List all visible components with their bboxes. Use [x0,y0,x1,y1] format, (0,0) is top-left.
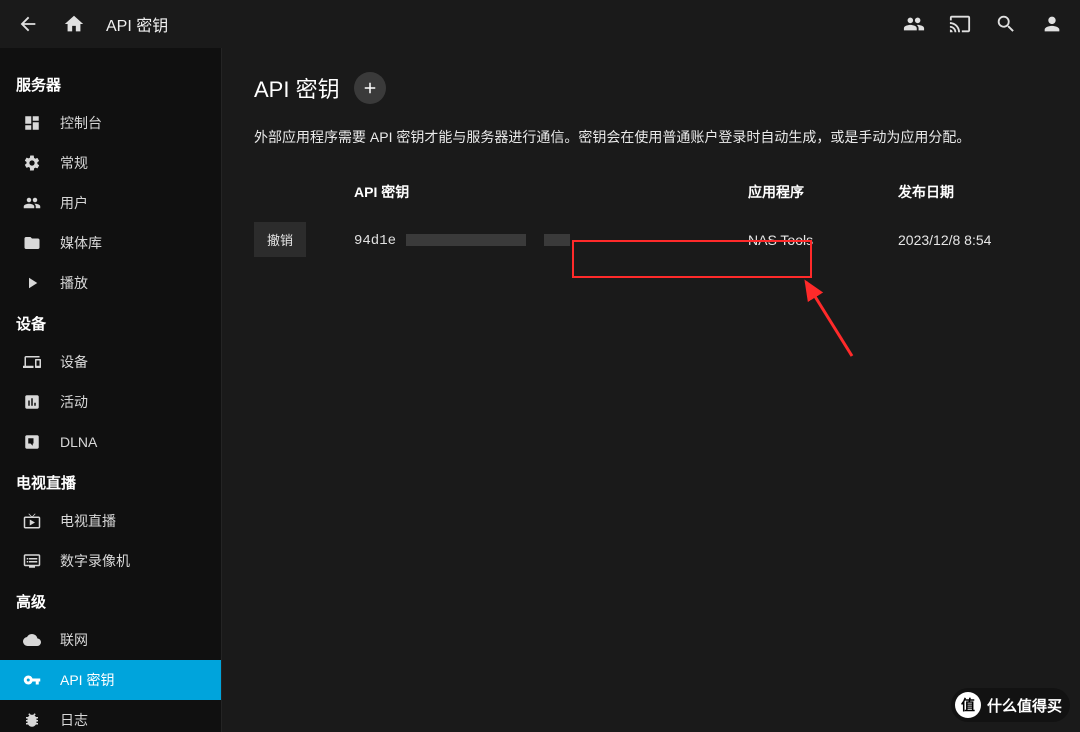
account-icon-button[interactable] [1036,8,1068,40]
search-icon-button[interactable] [990,8,1022,40]
gear-icon [22,153,42,173]
devices-icon [22,352,42,372]
sidebar-item-label: 日志 [60,710,88,730]
back-button[interactable] [12,8,44,40]
tv-icon [22,511,42,531]
users-icon-button[interactable] [898,8,930,40]
sidebar-item-label: 用户 [60,193,88,213]
sidebar-item-livetv[interactable]: 电视直播 [0,501,221,541]
people-icon [22,193,42,213]
sidebar-item-dashboard[interactable]: 控制台 [0,103,221,143]
dvr-icon [22,551,42,571]
table-row: 撤销 94d1e NAS Tools 2023/12/8 8:54 [254,212,1048,267]
page-title: API 密钥 [254,72,340,104]
folder-icon [22,233,42,253]
sidebar-item-label: 活动 [60,392,88,412]
sidebar-item-label: 设备 [60,352,88,372]
sidebar-item-dlna[interactable]: DLNA [0,422,221,462]
apikey-masked-part [544,234,570,246]
topbar: API 密钥 [0,0,1080,48]
sidebar-item-network[interactable]: 联网 [0,620,221,660]
sidebar-item-users[interactable]: 用户 [0,183,221,223]
sidebar-item-label: DLNA [60,434,97,450]
sidebar-item-label: 电视直播 [60,511,116,531]
home-button[interactable] [58,8,90,40]
revoke-button[interactable]: 撤销 [254,222,306,257]
annotation-arrow [774,276,864,366]
row-date: 2023/12/8 8:54 [898,232,1048,248]
main-header: API 密钥 [254,72,1048,104]
sidebar-section-server: 服务器 [0,64,221,103]
row-app: NAS Tools [748,232,898,248]
sidebar-section-advanced: 高级 [0,581,221,620]
brand-badge-circle: 值 [955,692,981,718]
sidebar-item-label: 数字录像机 [60,551,130,571]
col-apikey: API 密钥 [354,182,748,202]
table-header: API 密钥 应用程序 发布日期 [254,172,1048,212]
page-description: 外部应用程序需要 API 密钥才能与服务器进行通信。密钥会在使用普通账户登录时自… [254,126,1048,148]
sidebar-item-label: API 密钥 [60,670,114,690]
sidebar-section-livetv: 电视直播 [0,462,221,501]
sidebar-item-playback[interactable]: 播放 [0,263,221,303]
main-content: API 密钥 外部应用程序需要 API 密钥才能与服务器进行通信。密钥会在使用普… [222,48,1080,732]
sidebar-item-activity[interactable]: 活动 [0,382,221,422]
sidebar-item-devices[interactable]: 设备 [0,342,221,382]
add-api-key-button[interactable] [354,72,386,104]
apikey-table: API 密钥 应用程序 发布日期 撤销 94d1e NAS Tools 2023… [254,172,1048,267]
cloud-icon [22,630,42,650]
cast-icon-button[interactable] [944,8,976,40]
apikey-masked-part [406,234,526,246]
activity-icon [22,392,42,412]
sidebar-item-library[interactable]: 媒体库 [0,223,221,263]
page-title-topbar: API 密钥 [106,12,168,36]
bug-icon [22,710,42,730]
sidebar-section-devices: 设备 [0,303,221,342]
col-date: 发布日期 [898,182,1048,202]
sidebar-item-dvr[interactable]: 数字录像机 [0,541,221,581]
dashboard-icon [22,113,42,133]
apikey-cell: 94d1e [354,231,748,249]
key-icon [22,670,42,690]
sidebar-item-label: 联网 [60,630,88,650]
brand-badge: 值 什么值得买 [951,688,1070,722]
sidebar-item-logs[interactable]: 日志 [0,700,221,732]
dlna-icon [22,432,42,452]
plus-icon [361,79,379,97]
play-icon [22,273,42,293]
sidebar-item-label: 播放 [60,273,88,293]
sidebar-item-general[interactable]: 常规 [0,143,221,183]
sidebar-item-apikeys[interactable]: API 密钥 [0,660,221,700]
sidebar-item-label: 媒体库 [60,233,102,253]
apikey-value: 94d1e [354,233,396,249]
brand-badge-text: 什么值得买 [987,695,1062,716]
sidebar-item-label: 常规 [60,153,88,173]
sidebar-item-label: 控制台 [60,113,102,133]
col-app: 应用程序 [748,182,898,202]
sidebar: 服务器 控制台 常规 用户 媒体库 播放 设备 设备 活动 [0,48,222,732]
